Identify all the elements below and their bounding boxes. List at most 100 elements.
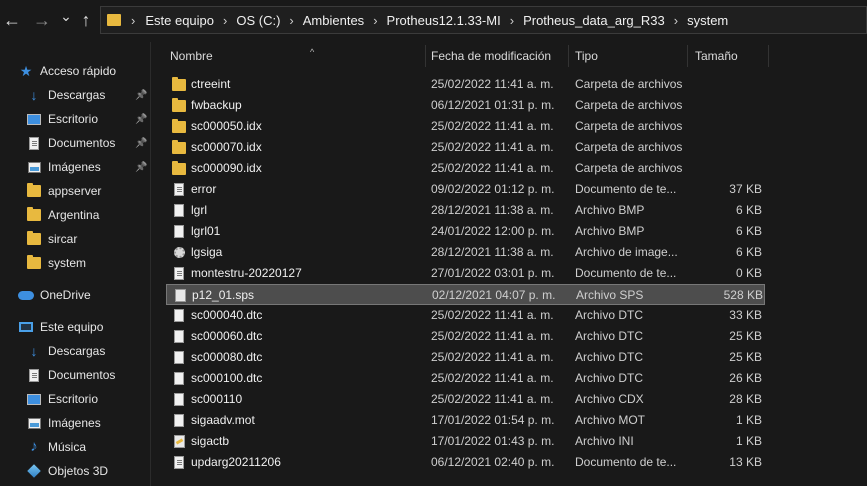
file-size: 28 KB bbox=[729, 392, 762, 406]
file-name: error bbox=[191, 182, 217, 196]
nav-item-documentos[interactable]: Documentos 📌 bbox=[0, 132, 150, 154]
folder-icon bbox=[27, 183, 41, 197]
nav-item-label: Escritorio bbox=[48, 392, 99, 406]
column-header-type[interactable]: Tipo bbox=[575, 42, 685, 70]
nav-icon-wrap: ★ bbox=[18, 64, 34, 78]
file-row[interactable]: sigaadv.mot 17/01/2022 01:54 p. m. Archivo… bbox=[166, 410, 765, 431]
file-icon-wrap bbox=[171, 452, 187, 473]
breadcrumb-separator-icon[interactable]: › bbox=[373, 13, 377, 28]
file-row[interactable]: lgrl01 24/01/2022 12:00 p. m. Archivo BMP 6… bbox=[166, 221, 765, 242]
file-type: Documento de te... bbox=[575, 182, 677, 196]
file-icon bbox=[174, 204, 184, 217]
nav-item-descargas[interactable]: ↓ Descargas 📌 bbox=[0, 84, 150, 106]
nav-pc-item[interactable]: Escritorio bbox=[0, 388, 150, 410]
nav-item-label: Este equipo bbox=[40, 320, 104, 334]
file-row[interactable]: sigactb 17/01/2022 01:43 p. m. Archivo INI… bbox=[166, 431, 765, 452]
file-name: sc000080.dtc bbox=[191, 350, 263, 364]
nav-item-system[interactable]: system bbox=[0, 252, 150, 274]
breadcrumb-separator-icon[interactable]: › bbox=[289, 13, 293, 28]
breadcrumb-separator-icon[interactable]: › bbox=[510, 13, 514, 28]
file-row[interactable]: fwbackup 06/12/2021 01:31 p. m. Carpeta de… bbox=[166, 95, 765, 116]
nav-item-argentina[interactable]: Argentina bbox=[0, 204, 150, 226]
file-name: lgrl01 bbox=[191, 224, 221, 238]
breadcrumb-item[interactable]: Protheus12.1.33-MI bbox=[387, 13, 501, 28]
up-button[interactable]: ↑ bbox=[76, 8, 96, 32]
nav-quick-access[interactable]: ★ Acceso rápido bbox=[0, 60, 150, 82]
file-size: 37 KB bbox=[729, 182, 762, 196]
nav-icon-wrap bbox=[26, 255, 42, 270]
file-row[interactable]: sc000050.idx 25/02/2022 11:41 a. m. Carpet… bbox=[166, 116, 765, 137]
file-icon-wrap bbox=[172, 285, 188, 306]
column-header-name-label: Nombre bbox=[170, 49, 213, 63]
nav-icon-wrap bbox=[26, 416, 42, 430]
breadcrumb-item[interactable]: Protheus_data_arg_R33 bbox=[523, 13, 665, 28]
breadcrumb-separator-icon[interactable]: › bbox=[223, 13, 227, 28]
column-divider[interactable] bbox=[425, 45, 426, 67]
forward-button[interactable]: → bbox=[32, 8, 52, 32]
file-size: 6 KB bbox=[735, 245, 762, 259]
breadcrumb-separator-icon[interactable]: › bbox=[131, 13, 135, 28]
file-row[interactable]: sc000080.dtc 25/02/2022 11:41 a. m. Archiv… bbox=[166, 347, 765, 368]
file-icon-wrap bbox=[171, 389, 187, 410]
file-icon bbox=[174, 372, 184, 385]
breadcrumb-item[interactable]: system bbox=[687, 13, 728, 28]
file-type: Archivo MOT bbox=[575, 413, 646, 427]
file-row[interactable]: p12_01.sps 02/12/2021 04:07 p. m. Archivo … bbox=[166, 284, 765, 305]
column-header-size[interactable]: Tamaño bbox=[695, 42, 765, 70]
forward-arrow-icon: → bbox=[33, 10, 51, 30]
text-file-icon bbox=[174, 183, 184, 196]
file-row[interactable]: sc000110 25/02/2022 11:41 a. m. Archivo CD… bbox=[166, 389, 765, 410]
breadcrumb-separator-icon[interactable]: › bbox=[674, 13, 678, 28]
address-bar[interactable]: › Este equipo › OS (C:) › Ambientes › Protheus1… bbox=[100, 6, 867, 34]
file-row[interactable]: montestru-20220127 27/01/2022 03:01 p. m.… bbox=[166, 263, 765, 284]
file-row[interactable]: sc000100.dtc 25/02/2022 11:41 a. m. Archiv… bbox=[166, 368, 765, 389]
nav-onedrive[interactable]: OneDrive bbox=[0, 284, 150, 306]
breadcrumb-item[interactable]: Ambientes bbox=[303, 13, 364, 28]
column-header-name[interactable]: Nombre ^ bbox=[170, 42, 425, 70]
nav-item-sircar[interactable]: sircar bbox=[0, 228, 150, 250]
file-row[interactable]: sc000040.dtc 25/02/2022 11:41 a. m. Archiv… bbox=[166, 305, 765, 326]
file-type: Documento de te... bbox=[575, 266, 677, 280]
file-icon bbox=[174, 309, 184, 322]
file-row[interactable]: lgsiga 28/12/2021 11:38 a. m. Archivo de i… bbox=[166, 242, 765, 263]
file-row[interactable]: lgrl 28/12/2021 11:38 a. m. Archivo BMP 6 K… bbox=[166, 200, 765, 221]
pin-icon[interactable]: 📌 bbox=[135, 138, 147, 149]
recent-locations-button[interactable]: ⌄ bbox=[56, 4, 76, 28]
nav-pc-item[interactable]: Documentos bbox=[0, 364, 150, 386]
file-type: Documento de te... bbox=[575, 455, 677, 469]
file-date: 25/02/2022 11:41 a. m. bbox=[431, 392, 554, 406]
nav-item-escritorio[interactable]: Escritorio 📌 bbox=[0, 108, 150, 130]
nav-item-appserver[interactable]: appserver bbox=[0, 180, 150, 202]
file-row[interactable]: error 09/02/2022 01:12 p. m. Documento de … bbox=[166, 179, 765, 200]
file-name: sc000110 bbox=[191, 392, 243, 406]
nav-item-label: Objetos 3D bbox=[48, 464, 109, 478]
nav-pc-item[interactable]: ↓ Descargas bbox=[0, 340, 150, 362]
breadcrumb-item[interactable]: Este equipo bbox=[145, 13, 214, 28]
pin-icon[interactable]: 📌 bbox=[135, 162, 147, 173]
file-type: Carpeta de archivos bbox=[575, 161, 683, 175]
nav-item-label: sircar bbox=[48, 232, 78, 246]
pin-icon[interactable]: 📌 bbox=[135, 114, 147, 125]
nav-this-pc[interactable]: Este equipo bbox=[0, 316, 150, 338]
nav-item-label: Música bbox=[48, 440, 87, 454]
back-button[interactable]: ← bbox=[2, 8, 22, 32]
file-row[interactable]: sc000060.dtc 25/02/2022 11:41 a. m. Archiv… bbox=[166, 326, 765, 347]
file-row[interactable]: sc000090.idx 25/02/2022 11:41 a. m. Carpet… bbox=[166, 158, 765, 179]
file-date: 28/12/2021 11:38 a. m. bbox=[431, 203, 554, 217]
file-row[interactable]: ctreeint 25/02/2022 11:41 a. m. Carpeta de… bbox=[166, 74, 765, 95]
column-header-date[interactable]: Fecha de modificación bbox=[431, 42, 566, 70]
column-divider[interactable] bbox=[568, 45, 569, 67]
nav-pc-item[interactable]: Objetos 3D bbox=[0, 460, 150, 482]
file-row[interactable]: updarg20211206 06/12/2021 02:40 p. m. Docu… bbox=[166, 452, 765, 473]
nav-icon-wrap: ↓ bbox=[26, 88, 42, 102]
column-divider[interactable] bbox=[768, 45, 769, 67]
file-row[interactable]: sc000070.idx 25/02/2022 11:41 a. m. Carpet… bbox=[166, 137, 765, 158]
nav-item-imágenes[interactable]: Imágenes 📌 bbox=[0, 156, 150, 178]
file-size: 13 KB bbox=[729, 455, 762, 469]
column-divider[interactable] bbox=[687, 45, 688, 67]
nav-pc-item[interactable]: Imágenes bbox=[0, 412, 150, 434]
pin-icon[interactable]: 📌 bbox=[135, 90, 147, 101]
breadcrumb-item[interactable]: OS (C:) bbox=[236, 13, 280, 28]
nav-pc-item[interactable]: ♪ Música bbox=[0, 436, 150, 458]
ini-file-icon bbox=[173, 435, 185, 448]
